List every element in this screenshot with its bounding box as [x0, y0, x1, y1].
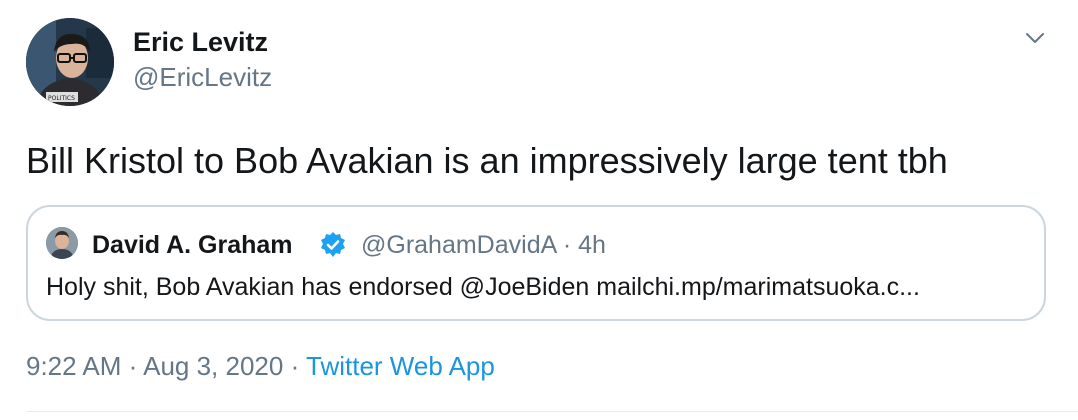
tweet-timestamp-row: 9:22 AM · Aug 3, 2020 · Twitter Web App: [26, 348, 495, 384]
chevron-down-icon[interactable]: [1022, 28, 1048, 48]
tweet-date[interactable]: Aug 3, 2020: [143, 351, 283, 381]
quoted-author-avatar[interactable]: [46, 227, 78, 259]
avatar-badge-text: POLITICS: [48, 95, 75, 102]
tweet-time[interactable]: 9:22 AM: [26, 351, 121, 381]
timestamp-separator: ·: [128, 351, 138, 381]
quoted-separator: ·: [562, 231, 572, 259]
quoted-author-handle: @GrahamDavidA: [361, 231, 556, 259]
tweet-source-link[interactable]: Twitter Web App: [306, 351, 495, 381]
verified-badge-icon: [319, 231, 347, 259]
quoted-age[interactable]: 4h: [578, 231, 606, 259]
quoted-author-name: David A. Graham: [92, 231, 293, 259]
author-handle[interactable]: @EricLevitz: [133, 60, 272, 94]
author-avatar[interactable]: POLITICS: [26, 18, 114, 106]
bottom-divider: [26, 411, 1078, 412]
tweet-text: Bill Kristol to Bob Avakian is an impres…: [26, 140, 948, 181]
source-separator: ·: [290, 351, 300, 381]
quoted-tweet-text: Holy shit, Bob Avakian has endorsed @Joe…: [46, 273, 920, 301]
quoted-tweet-card[interactable]: David A. Graham @GrahamDavidA · 4h Holy …: [26, 205, 1046, 321]
quoted-meta: @GrahamDavidA · 4h: [361, 229, 606, 261]
author-name[interactable]: Eric Levitz: [133, 24, 268, 60]
